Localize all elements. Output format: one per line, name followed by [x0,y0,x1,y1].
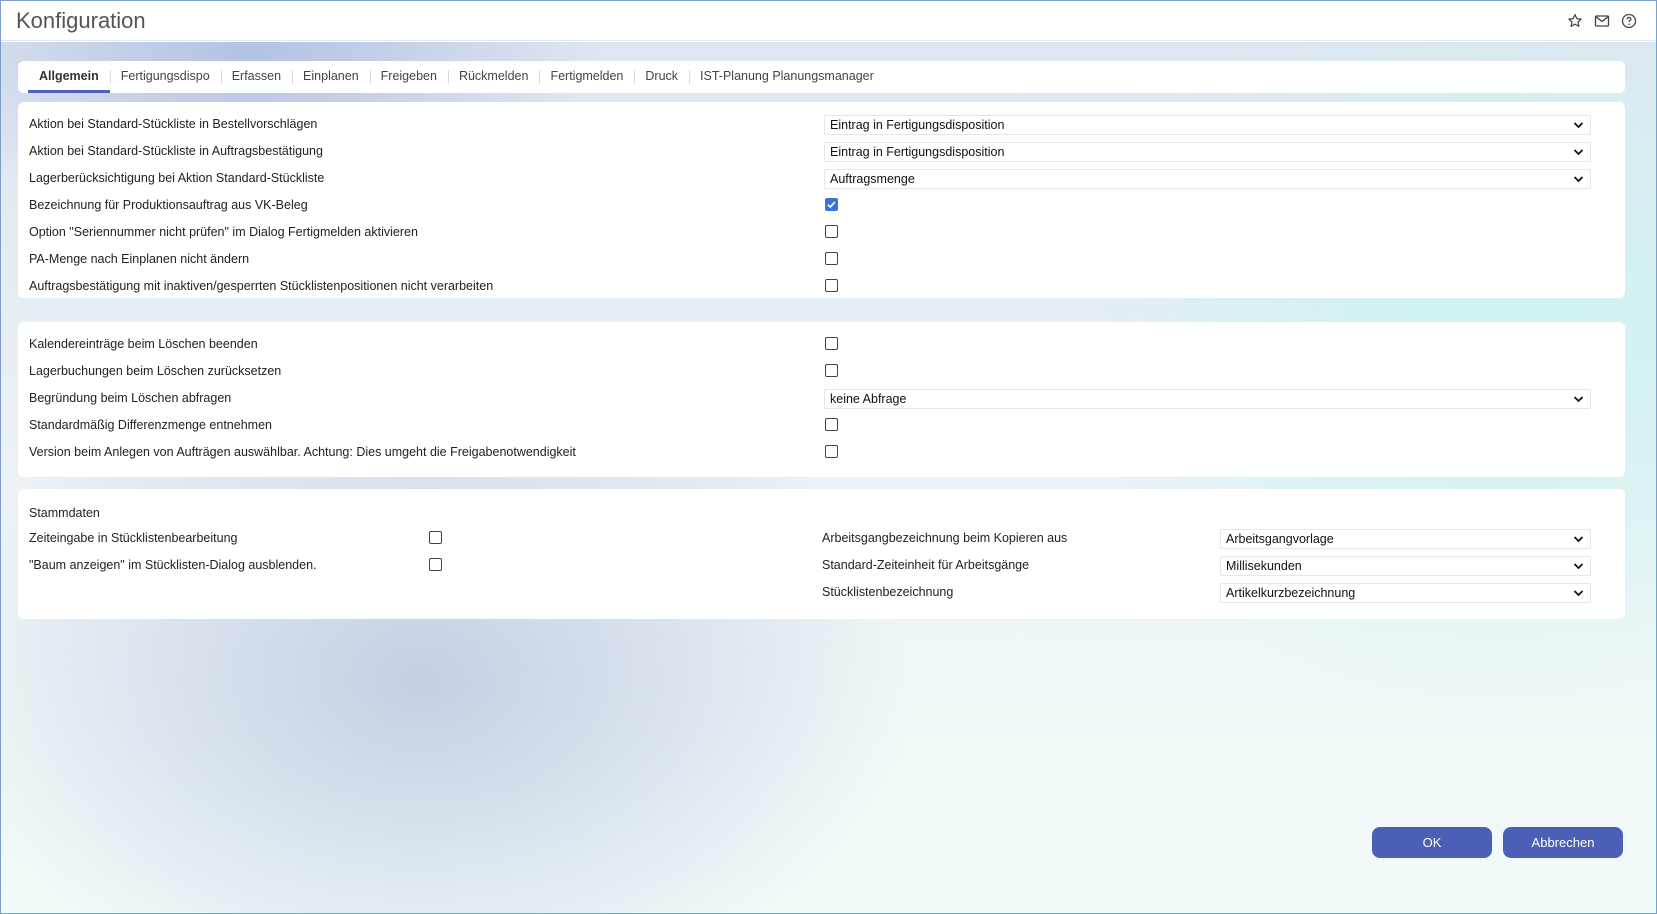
setting-label: Standard-Zeiteinheit für Arbeitsgänge [822,557,1030,572]
chevron-down-icon [1573,590,1584,597]
setting-label: Aktion bei Standard-Stückliste in Auftra… [29,143,323,158]
select-action-bestellvorschlaege[interactable]: Eintrag in Fertigungsdisposition [824,115,1591,135]
select-value: Eintrag in Fertigungsdisposition [830,145,1005,159]
setting-row: Zeiteingabe in Stücklistenbearbeitung [29,524,237,551]
setting-row: Stücklistenbezeichnung [822,578,953,605]
setting-row: PA-Menge nach Einplanen nicht ändern [29,245,249,272]
chevron-down-icon [1573,176,1584,183]
select-value: Auftragsmenge [830,172,915,186]
select-value: keine Abfrage [830,392,907,406]
chevron-down-icon [1573,536,1584,543]
panel-delete-settings: Kalendereinträge beim Löschen beenden La… [18,322,1625,477]
checkbox-kalendereintraege-beenden[interactable] [825,337,838,350]
select-value: Artikelkurzbezeichnung [1226,586,1356,600]
tab-fertigmelden[interactable]: Fertigmelden [539,61,634,93]
tab-bar: Allgemein Fertigungsdispo Erfassen Einpl… [18,61,1625,93]
setting-label: Stücklistenbezeichnung [822,584,954,599]
title-bar: Konfiguration [1,1,1656,41]
select-action-auftragsbestaetigung[interactable]: Eintrag in Fertigungsdisposition [824,142,1591,162]
setting-label: Auftragsbestätigung mit inaktiven/gesper… [29,278,494,293]
panel-stammdaten: Stammdaten Zeiteingabe in Stücklistenbea… [18,489,1625,619]
checkbox-inaktive-positionen[interactable] [825,279,838,292]
content-area: Allgemein Fertigungsdispo Erfassen Einpl… [1,42,1656,913]
select-arbeitsgangbezeichnung[interactable]: Arbeitsgangvorlage [1220,529,1591,549]
setting-row: Kalendereinträge beim Löschen beenden [29,330,258,357]
section-title: Stammdaten [29,506,100,520]
setting-label: Arbeitsgangbezeichnung beim Kopieren aus [822,530,1068,545]
mail-icon[interactable] [1593,12,1611,30]
tab-rueckmelden[interactable]: Rückmelden [447,61,539,93]
setting-label: Begründung beim Löschen abfragen [29,390,232,405]
setting-row: Version beim Anlegen von Aufträgen auswä… [29,438,576,465]
checkbox-zeiteingabe[interactable] [429,531,442,544]
ok-button[interactable]: OK [1372,827,1492,858]
panel-general-settings: Aktion bei Standard-Stückliste in Bestel… [18,102,1625,298]
tab-fertigungsdispo[interactable]: Fertigungsdispo [109,61,221,93]
tab-einplanen[interactable]: Einplanen [292,61,370,93]
setting-row: Bezeichnung für Produktionsauftrag aus V… [29,191,308,218]
chevron-down-icon [1573,149,1584,156]
tab-freigeben[interactable]: Freigeben [369,61,448,93]
setting-row: "Baum anzeigen" im Stücklisten-Dialog au… [29,551,317,578]
setting-row: Aktion bei Standard-Stückliste in Auftra… [29,137,323,164]
chevron-down-icon [1573,396,1584,403]
setting-label: PA-Menge nach Einplanen nicht ändern [29,251,250,266]
setting-row: Lagerberücksichtigung bei Aktion Standar… [29,164,324,191]
select-zeiteinheit[interactable]: Millisekunden [1220,556,1591,576]
title-bar-icons [1566,12,1638,30]
tab-allgemein[interactable]: Allgemein [28,61,110,93]
tab-erfassen[interactable]: Erfassen [220,61,292,93]
setting-label: Standardmäßig Differenzmenge entnehmen [29,417,272,432]
checkmark-icon [827,201,836,209]
select-value: Millisekunden [1226,559,1302,573]
setting-label: Aktion bei Standard-Stückliste in Bestel… [29,116,318,131]
star-icon[interactable] [1566,12,1584,30]
help-icon[interactable] [1620,12,1638,30]
cancel-button[interactable]: Abbrechen [1503,827,1623,858]
setting-label: Lagerberücksichtigung bei Aktion Standar… [29,170,325,185]
checkbox-lagerbuchungen-zuruecksetzen[interactable] [825,364,838,377]
setting-label: "Baum anzeigen" im Stücklisten-Dialog au… [29,557,317,572]
page-title: Konfiguration [16,8,146,33]
tab-druck[interactable]: Druck [634,61,689,93]
setting-row: Standard-Zeiteinheit für Arbeitsgänge [822,551,1029,578]
setting-row: Begründung beim Löschen abfragen [29,384,231,411]
setting-row: Lagerbuchungen beim Löschen zurücksetzen [29,357,281,384]
setting-row: Aktion bei Standard-Stückliste in Bestel… [29,110,317,137]
select-stuecklistenbezeichnung[interactable]: Artikelkurzbezeichnung [1220,583,1591,603]
setting-row: Auftragsbestätigung mit inaktiven/gesper… [29,272,493,299]
setting-label: Kalendereinträge beim Löschen beenden [29,336,258,351]
tab-ist-planung[interactable]: IST-Planung Planungsmanager [689,61,885,93]
chevron-down-icon [1573,563,1584,570]
checkbox-baum-ausblenden[interactable] [429,558,442,571]
checkbox-pa-menge[interactable] [825,252,838,265]
select-value: Eintrag in Fertigungsdisposition [830,118,1005,132]
checkbox-version-auswaehlbar[interactable] [825,445,838,458]
setting-label: Lagerbuchungen beim Löschen zurücksetzen [29,363,282,378]
setting-label: Option "Seriennummer nicht prüfen" im Di… [29,224,418,239]
checkbox-bezeichnung-produktionsauftrag[interactable] [825,198,838,211]
setting-label: Zeiteingabe in Stücklistenbearbeitung [29,530,238,545]
setting-label: Bezeichnung für Produktionsauftrag aus V… [29,197,308,212]
checkbox-seriennummer-nicht-pruefen[interactable] [825,225,838,238]
setting-row: Arbeitsgangbezeichnung beim Kopieren aus [822,524,1067,551]
setting-row: Standardmäßig Differenzmenge entnehmen [29,411,272,438]
setting-row: Option "Seriennummer nicht prüfen" im Di… [29,218,418,245]
select-begruendung-loeschen[interactable]: keine Abfrage [824,389,1591,409]
setting-label: Version beim Anlegen von Aufträgen auswä… [29,444,576,459]
checkbox-differenzmenge[interactable] [825,418,838,431]
select-value: Arbeitsgangvorlage [1226,532,1334,546]
select-lagerberuecksichtigung[interactable]: Auftragsmenge [824,169,1591,189]
chevron-down-icon [1573,122,1584,129]
